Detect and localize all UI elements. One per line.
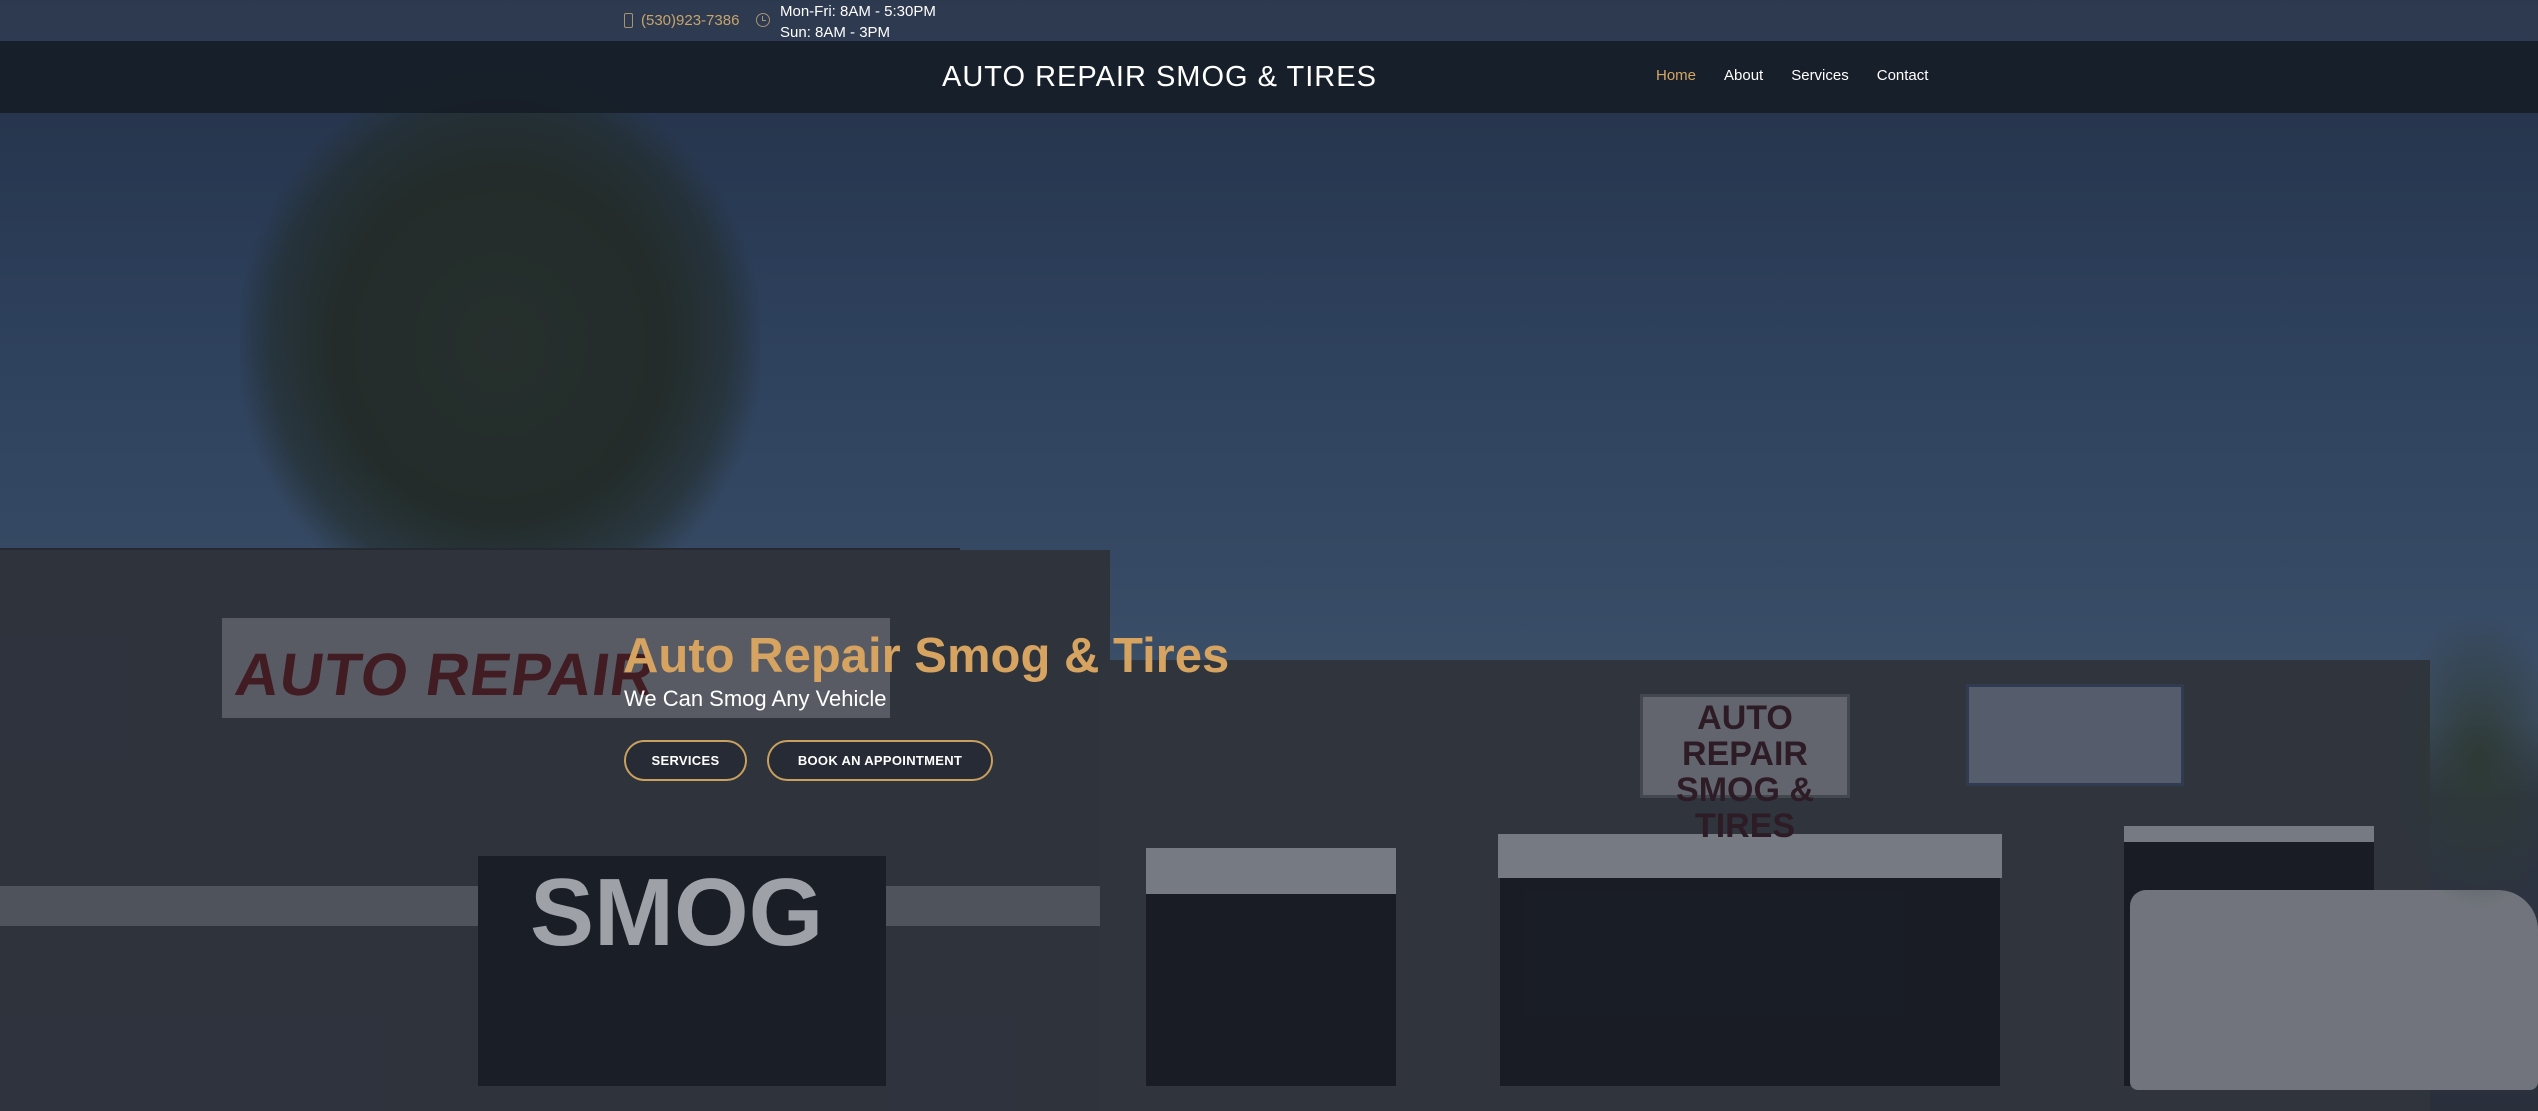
hours-weekday: Mon-Fri: 8AM - 5:30PM <box>780 3 936 20</box>
business-hours: Mon-Fri: 8AM - 5:30PM Sun: 8AM - 3PM <box>756 1 936 43</box>
hero-background: AUTO REPAIR SMOG AUTO REPAIR SMOG & TIRE… <box>0 0 2538 1111</box>
hero-title: Auto Repair Smog & Tires <box>623 629 1230 683</box>
nav-home[interactable]: Home <box>1656 67 1696 84</box>
top-info-bar: (530)923-7386 Mon-Fri: 8AM - 5:30PM Sun:… <box>0 0 2538 41</box>
book-appointment-button[interactable]: BOOK AN APPOINTMENT <box>767 740 993 781</box>
phone-number[interactable]: (530)923-7386 <box>641 12 739 29</box>
hero-overlay <box>0 0 2538 1111</box>
clock-icon <box>756 13 770 27</box>
hours-list: Mon-Fri: 8AM - 5:30PM Sun: 8AM - 3PM <box>780 1 936 43</box>
site-brand[interactable]: AUTO REPAIR SMOG & TIRES <box>942 61 1377 94</box>
main-navbar: AUTO REPAIR SMOG & TIRES Home About Serv… <box>0 41 2538 113</box>
phone-contact[interactable]: (530)923-7386 <box>624 12 739 29</box>
hours-sunday: Sun: 8AM - 3PM <box>780 24 891 41</box>
services-button[interactable]: SERVICES <box>624 740 747 781</box>
hero-subtitle: We Can Smog Any Vehicle <box>624 686 887 711</box>
nav-menu: Home About Services Contact <box>1656 67 1928 84</box>
nav-about[interactable]: About <box>1724 67 1763 84</box>
nav-contact[interactable]: Contact <box>1877 67 1929 84</box>
nav-services[interactable]: Services <box>1791 67 1849 84</box>
phone-icon <box>624 13 633 28</box>
